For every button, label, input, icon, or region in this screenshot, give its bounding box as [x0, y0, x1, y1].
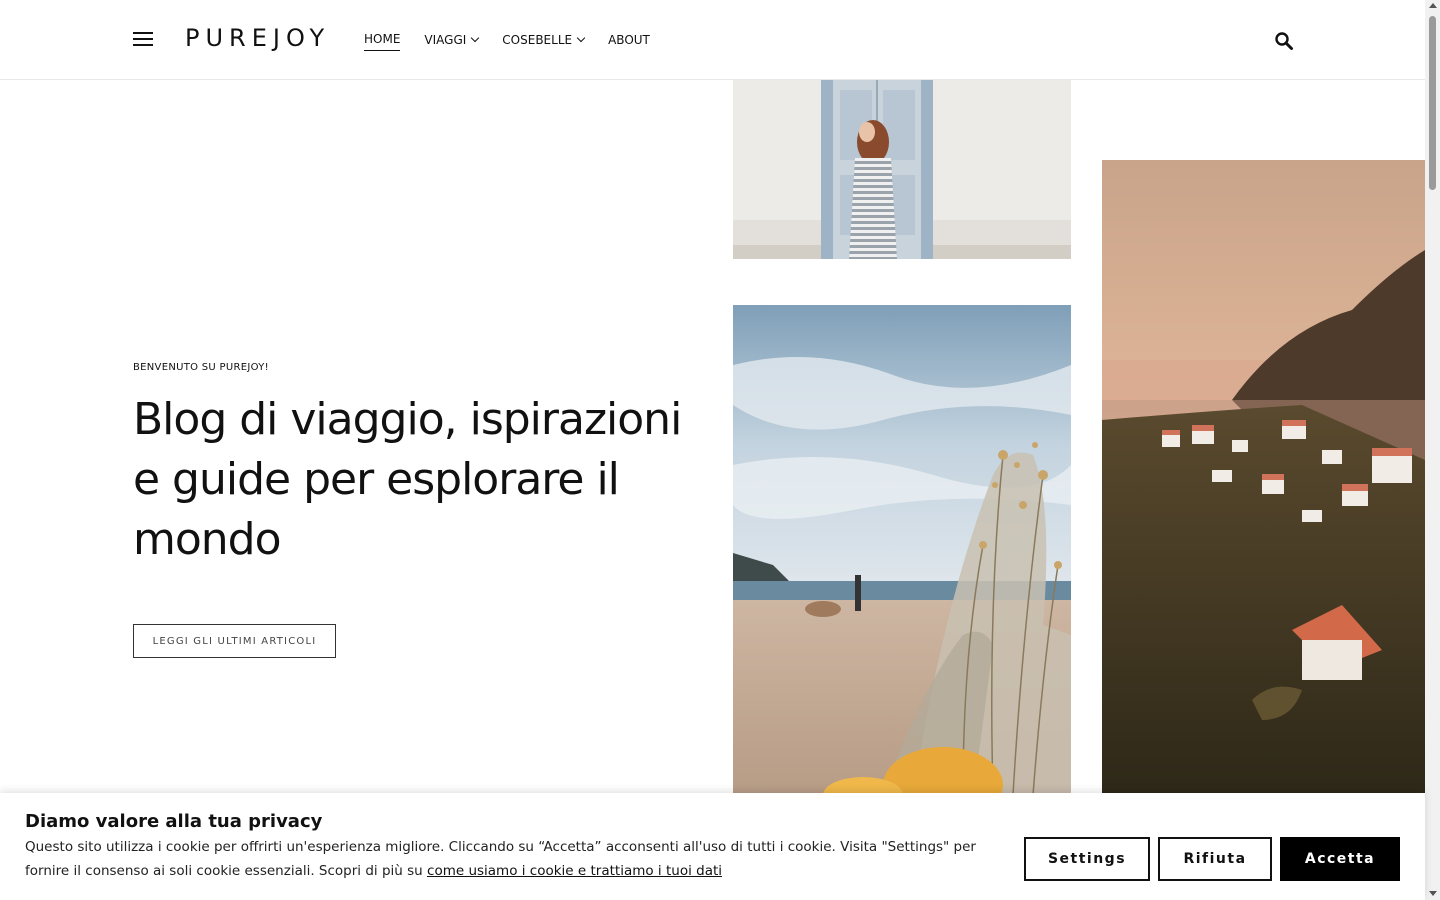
cookie-policy-link[interactable]: come usiamo i cookie e trattiamo i tuoi …	[427, 863, 722, 879]
search-icon[interactable]	[1274, 31, 1294, 51]
scroll-up-arrow-icon[interactable]	[1429, 3, 1437, 8]
nav-label: ABOUT	[608, 32, 650, 47]
nav-label: VIAGGI	[424, 32, 467, 47]
hero-kicker: BENVENUTO SU PUREJOY!	[133, 362, 269, 373]
photo-woman-blue-door[interactable]	[733, 80, 1071, 259]
cookie-banner: Diamo valore alla tua privacy Questo sit…	[0, 793, 1425, 900]
nav-item-viaggi[interactable]: VIAGGI	[424, 32, 480, 51]
chevron-down-icon	[576, 33, 586, 43]
cookie-reject-button[interactable]: Rifiuta	[1158, 837, 1272, 881]
cookie-text: Questo sito utilizza i cookie per offrir…	[25, 835, 995, 883]
chevron-down-icon	[471, 33, 480, 43]
read-latest-articles-button[interactable]: LEGGI GLI ULTIMI ARTICOLI	[133, 624, 336, 658]
cookie-accept-button[interactable]: Accetta	[1280, 837, 1400, 881]
photo-beach-wildflowers[interactable]	[733, 305, 1071, 795]
nav-item-about[interactable]: ABOUT	[608, 32, 650, 51]
nav-label: COSEBELLE	[502, 32, 573, 47]
page-scrollbar[interactable]	[1425, 0, 1440, 900]
photo-cliff-village-sunset[interactable]	[1102, 160, 1425, 795]
site-header: PUREJOY HOME VIAGGI COSEBELLE ABOUT	[0, 0, 1425, 80]
cookie-settings-button[interactable]: Settings	[1024, 837, 1150, 881]
main-nav: HOME VIAGGI COSEBELLE ABOUT	[364, 32, 674, 51]
nav-item-cosebelle[interactable]: COSEBELLE	[502, 32, 586, 51]
cookie-title: Diamo valore alla tua privacy	[25, 811, 323, 832]
nav-label: HOME	[364, 32, 401, 46]
hero-title: Blog di viaggio, ispirazioni e guide per…	[133, 394, 682, 565]
scroll-thumb[interactable]	[1429, 16, 1436, 190]
hamburger-icon[interactable]	[133, 32, 153, 48]
scroll-down-arrow-icon[interactable]	[1429, 891, 1437, 896]
nav-item-home[interactable]: HOME	[364, 32, 401, 51]
site-logo[interactable]: PUREJOY	[185, 24, 330, 52]
